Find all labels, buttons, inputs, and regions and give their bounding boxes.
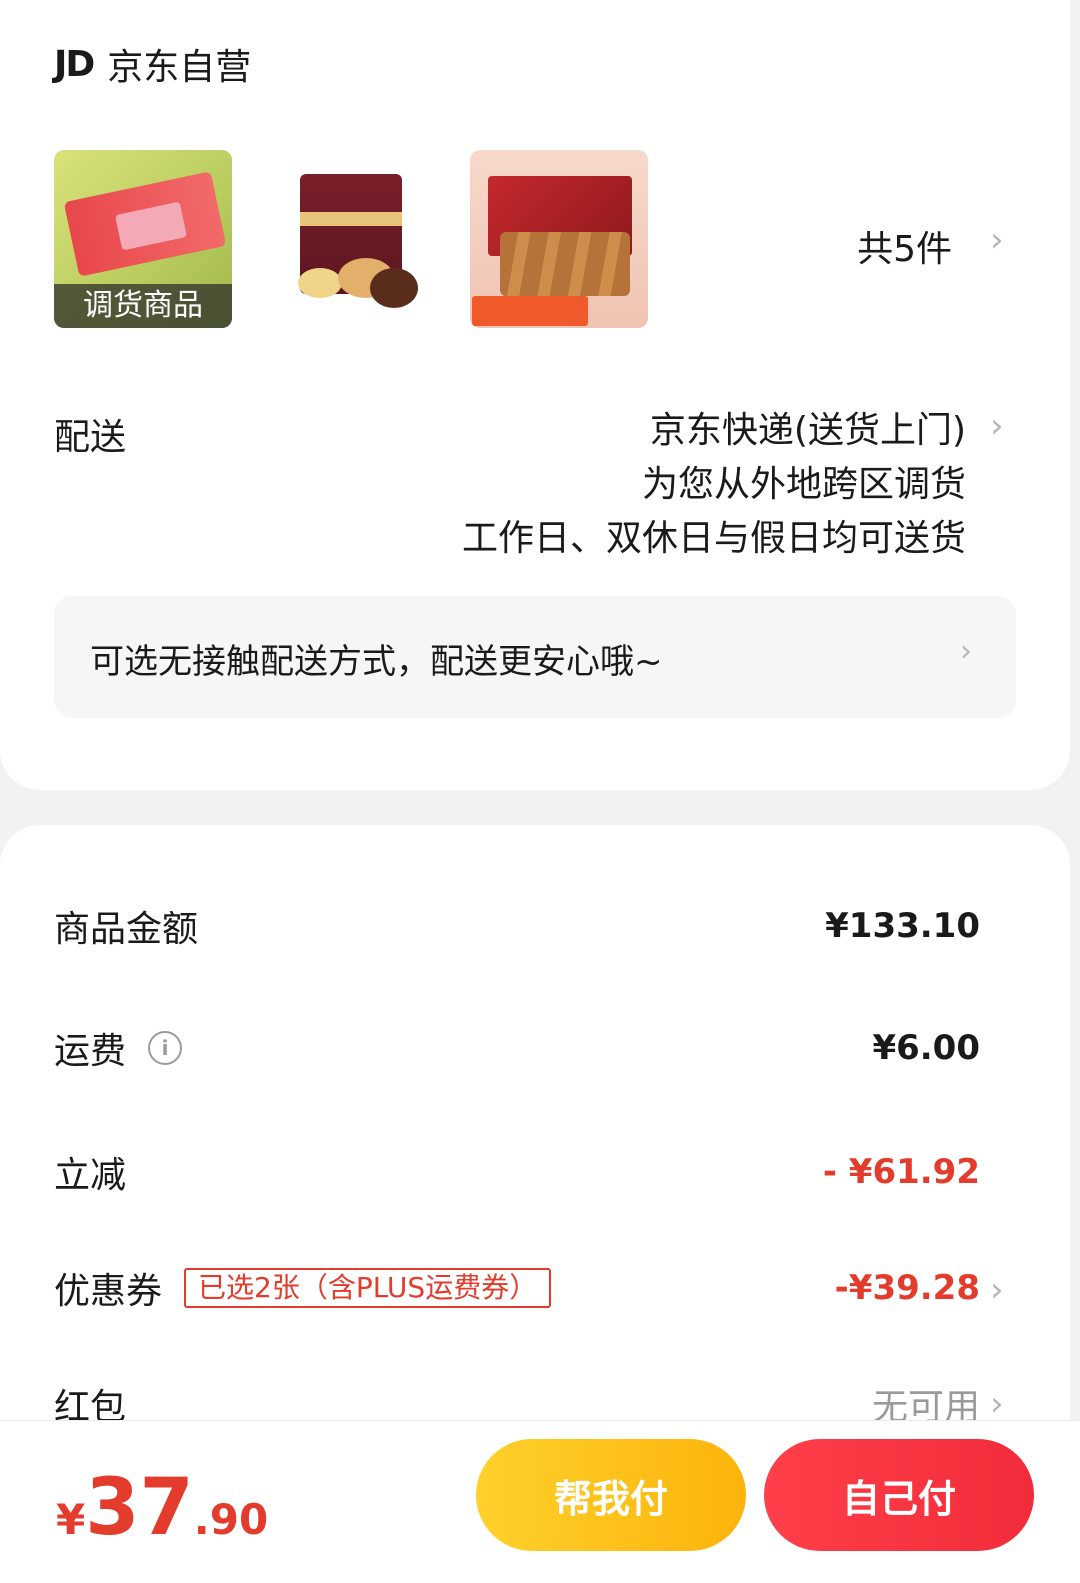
chevron-right-icon: ›	[960, 634, 972, 669]
shop-name: 京东自营	[107, 47, 252, 88]
item-count[interactable]: 共5件	[857, 220, 952, 272]
goods-amount-value: ¥133.10	[825, 906, 980, 946]
total-decimal: .90	[193, 1495, 269, 1544]
promo-tag	[472, 296, 588, 326]
cookie-shape	[298, 268, 342, 298]
delivery-method: 京东快递(送货上门)	[649, 410, 966, 451]
instant-discount-row: 立减 - ¥61.92	[54, 1142, 980, 1202]
contactless-delivery-option[interactable]: 可选无接触配送方式，配送更安心哦~ ›	[54, 596, 1016, 718]
instant-discount-value: - ¥61.92	[822, 1152, 980, 1192]
checkout-bar: ¥ 37 .90 帮我付 自己付	[0, 1420, 1080, 1583]
coupon-value: -¥39.28	[834, 1268, 980, 1308]
help-me-pay-button[interactable]: 帮我付	[476, 1439, 746, 1551]
product-thumb-2[interactable]	[262, 150, 440, 328]
shop-header[interactable]: JD 京东自营	[54, 38, 251, 90]
total-price: ¥ 37 .90	[56, 1463, 268, 1553]
pay-myself-button[interactable]: 自己付	[764, 1439, 1034, 1551]
shipping-label: 运费	[54, 1031, 127, 1072]
coupon-row[interactable]: 优惠券 已选2张（含PLUS运费券） -¥39.28	[54, 1258, 980, 1318]
product-thumbnails[interactable]: 调货商品	[54, 150, 648, 328]
delivery-info[interactable]: 京东快递(送货上门) 为您从外地跨区调货 工作日、双休日与假日均可送货	[462, 404, 966, 566]
coupon-selected-tag: 已选2张（含PLUS运费券）	[184, 1268, 552, 1308]
shipping-row: 运费 i ¥6.00	[54, 1018, 980, 1078]
chevron-right-icon[interactable]: ›	[990, 406, 1004, 446]
cookie-shape	[370, 268, 418, 308]
goods-amount-label: 商品金额	[54, 909, 199, 950]
currency-symbol: ¥	[56, 1495, 86, 1544]
biscuit-shape	[500, 232, 630, 296]
product-thumb-3[interactable]	[470, 150, 648, 328]
delivery-note: 为您从外地跨区调货	[641, 464, 966, 505]
delivery-label: 配送	[54, 417, 127, 458]
product-thumb-1[interactable]: 调货商品	[54, 150, 232, 328]
shipping-value: ¥6.00	[872, 1028, 980, 1068]
jd-logo: JD	[54, 43, 95, 85]
delivery-schedule: 工作日、双休日与假日均可送货	[461, 518, 966, 559]
chevron-right-icon[interactable]: ›	[990, 220, 1004, 260]
goods-amount-row: 商品金额 ¥133.10	[54, 896, 980, 956]
transfer-goods-badge: 调货商品	[54, 284, 232, 328]
chevron-right-icon[interactable]: ›	[990, 1270, 1004, 1310]
chevron-right-icon[interactable]: ›	[990, 1384, 1004, 1424]
product-image-band	[300, 212, 402, 226]
contactless-text: 可选无接触配送方式，配送更安心哦~	[90, 642, 663, 682]
info-icon[interactable]: i	[148, 1031, 183, 1065]
instant-discount-label: 立减	[54, 1155, 127, 1196]
coupon-label: 优惠券	[54, 1271, 163, 1312]
total-integer: 37	[85, 1463, 194, 1553]
